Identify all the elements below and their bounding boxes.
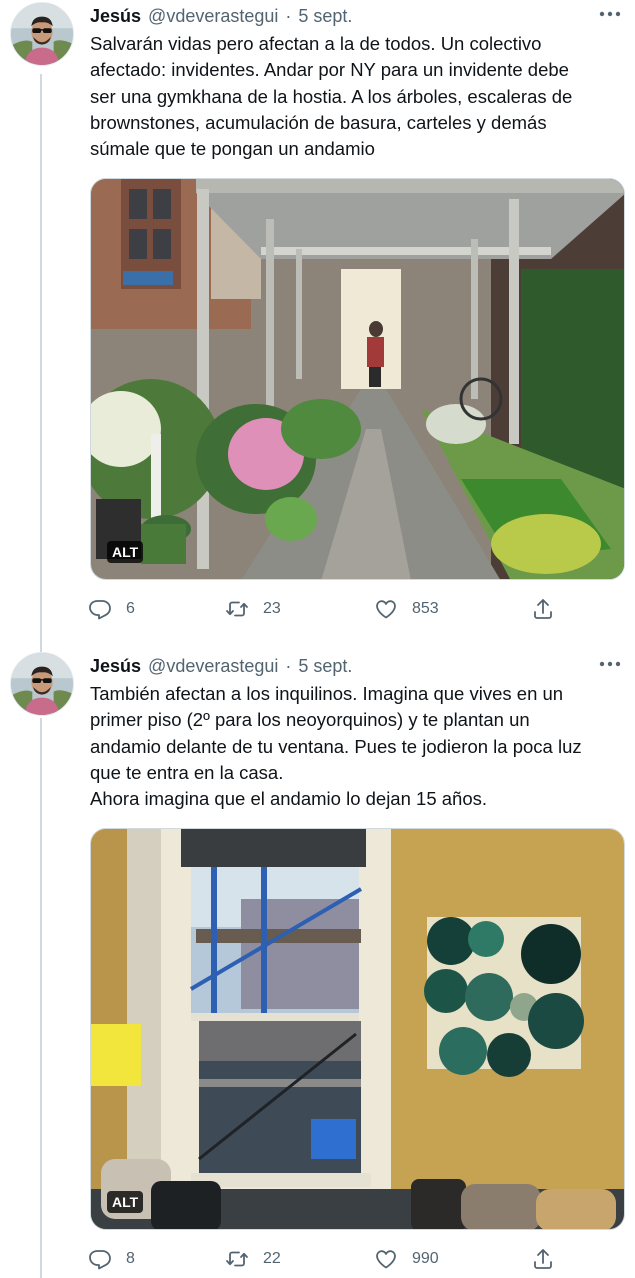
like-icon <box>376 600 396 619</box>
reply-icon <box>89 1250 111 1270</box>
like-count: 990 <box>412 1250 439 1267</box>
tweet-text: También afectan a los inquilinos. Imagin… <box>90 683 582 810</box>
window-scaffolding-photo <box>91 829 624 1229</box>
tweet-actions: 6 23 853 <box>88 596 558 622</box>
alt-text-badge[interactable]: ALT <box>107 1191 144 1213</box>
separator-dot: · <box>285 5 292 26</box>
scaffolding-sidewalk-photo <box>91 179 624 579</box>
avatar-photo <box>11 653 73 715</box>
tweet-date[interactable]: 5 sept. <box>298 656 352 677</box>
reply-icon <box>89 600 111 620</box>
share-button[interactable] <box>531 597 555 621</box>
retweet-icon <box>226 1251 248 1267</box>
tweet-header: Jesús @vdeverastegui · 5 sept. <box>90 2 352 30</box>
alt-text-badge[interactable]: ALT <box>107 541 144 563</box>
tweet-image[interactable]: ALT <box>90 828 625 1230</box>
reply-button[interactable]: 8 <box>88 1247 135 1271</box>
share-icon <box>534 599 552 619</box>
more-icon[interactable] <box>597 4 623 24</box>
retweet-button[interactable]: 22 <box>225 1247 281 1271</box>
tweet-header: Jesús @vdeverastegui · 5 sept. <box>90 652 352 680</box>
retweet-count: 23 <box>263 600 281 617</box>
author-handle[interactable]: @vdeverastegui <box>148 656 278 677</box>
share-icon <box>534 1249 552 1269</box>
like-button[interactable]: 990 <box>374 1247 439 1271</box>
author-handle[interactable]: @vdeverastegui <box>148 6 278 27</box>
retweet-count: 22 <box>263 1250 281 1267</box>
share-button[interactable] <box>531 1247 555 1271</box>
more-icon[interactable] <box>597 654 623 674</box>
reply-button[interactable]: 6 <box>88 597 135 621</box>
tweet-image[interactable]: ALT <box>90 178 625 580</box>
retweet-button[interactable]: 23 <box>225 597 281 621</box>
avatar-photo <box>11 3 73 65</box>
tweet-date[interactable]: 5 sept. <box>298 6 352 27</box>
tweet-thread: Jesús @vdeverastegui · 5 sept. Salvarán … <box>0 0 635 1278</box>
author-name[interactable]: Jesús <box>90 6 141 27</box>
like-count: 853 <box>412 600 439 617</box>
retweet-icon <box>226 601 248 617</box>
reply-count: 8 <box>126 1250 135 1267</box>
tweet[interactable]: Jesús @vdeverastegui · 5 sept. También a… <box>0 652 635 1278</box>
separator-dot: · <box>285 655 292 676</box>
tweet-actions: 8 22 990 <box>88 1246 558 1272</box>
like-icon <box>376 1250 396 1269</box>
tweet[interactable]: Jesús @vdeverastegui · 5 sept. Salvarán … <box>0 0 635 640</box>
tweet-text: Salvarán vidas pero afectan a la de todo… <box>90 33 573 160</box>
reply-count: 6 <box>126 600 135 617</box>
like-button[interactable]: 853 <box>374 597 439 621</box>
author-name[interactable]: Jesús <box>90 656 141 677</box>
avatar[interactable] <box>10 652 74 716</box>
avatar[interactable] <box>10 2 74 66</box>
